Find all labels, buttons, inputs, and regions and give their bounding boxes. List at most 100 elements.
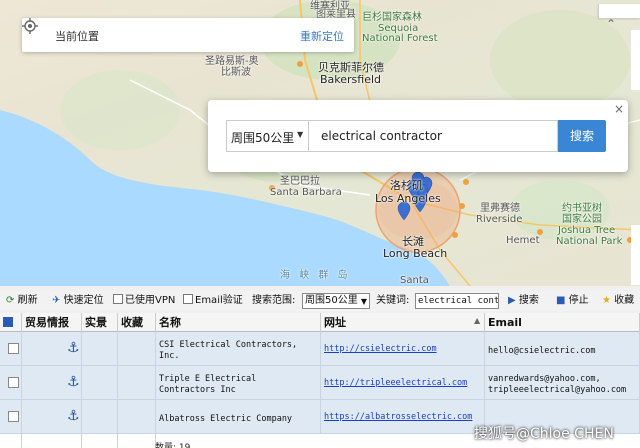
map-label-forest: 巨杉国家森林 <box>362 12 422 23</box>
app-window: 巨杉国家森林 Sequoia National Forest 图莱里县 维塞利亚… <box>0 0 640 448</box>
vpn-label: 已使用VPN <box>125 295 176 306</box>
company-name: CSI Electrical Contractors, Inc. <box>156 332 321 366</box>
anchor-icon[interactable]: ⚓ <box>67 340 80 356</box>
email-verify-label: Email验证 <box>195 295 243 306</box>
result-count: 数量: 19 <box>155 443 191 448</box>
star-icon: ★ <box>602 295 611 306</box>
map-label-santa-barbara-en: Santa Barbara <box>270 187 342 198</box>
sort-up-icon[interactable]: ▲ <box>474 316 480 325</box>
toolbar-search-label: 搜索 <box>518 295 539 306</box>
map-label-riverside-cn: 里弗赛德 <box>480 203 520 214</box>
map-label-joshua-cn: 约书亚树 <box>562 203 602 214</box>
chevron-down-icon: ▼ <box>297 130 304 139</box>
radius-select-value: 周围50公里 <box>231 131 295 145</box>
map-label-riverside-en: Riverside <box>476 214 523 225</box>
anchor-icon[interactable]: ⚓ <box>67 374 80 390</box>
row-checkbox[interactable] <box>8 411 19 422</box>
range-select-value: 周围50公里 <box>305 295 358 306</box>
play-icon: ▶ <box>508 295 516 306</box>
email-verify-checkbox-box[interactable] <box>183 294 193 304</box>
forest-area <box>60 70 180 150</box>
quick-locate-button[interactable]: ✈ 快速定位 <box>52 294 104 308</box>
poi-dot <box>459 203 465 209</box>
toolbar-search-button[interactable]: ▶ 搜索 <box>508 294 539 308</box>
map-view[interactable]: 巨杉国家森林 Sequoia National Forest 图莱里县 维塞利亚… <box>0 0 640 286</box>
collapse-up-icon[interactable]: ⌃ <box>606 17 616 31</box>
map-label-la-cn: 洛杉矶 <box>390 179 423 192</box>
poi-dot <box>452 232 458 238</box>
favorite-label: 收藏 <box>614 295 635 306</box>
search-button[interactable]: 搜索 <box>558 120 606 152</box>
map-side-control[interactable] <box>631 225 640 285</box>
company-name: Albatross Electric Company <box>156 400 321 434</box>
keyword-label: 关键词: <box>376 295 410 306</box>
pin-icon: ✈ <box>52 295 61 306</box>
stop-label: 停止 <box>568 295 589 306</box>
map-label-la-en: Los Angeles <box>375 192 441 205</box>
map-label-santa: Santa <box>400 275 429 286</box>
refresh-icon: ⟳ <box>6 295 15 306</box>
refresh-label: 刷新 <box>17 295 38 306</box>
map-label-bakersfield-cn: 贝克斯菲尔德 <box>318 61 384 74</box>
stop-button[interactable]: ■ 停止 <box>556 294 589 308</box>
current-location-label: 当前位置 <box>55 30 99 43</box>
vpn-checkbox[interactable]: 已使用VPN <box>113 294 175 308</box>
toolbar: ⟳ 刷新 ✈ 快速定位 已使用VPN Email验证 搜索范围: 周围50公里 … <box>0 291 640 311</box>
keyword-input[interactable] <box>308 120 558 152</box>
select-all-cell[interactable] <box>0 313 22 332</box>
search-dialog: × 周围50公里 ▼ 搜索 <box>208 100 628 172</box>
column-header-email[interactable]: Email <box>485 313 640 332</box>
map-side-control[interactable] <box>631 30 640 90</box>
map-label-luis-obispo: 圣路易斯-奥 <box>205 56 259 67</box>
relocate-link[interactable]: 重新定位 <box>300 28 344 44</box>
anchor-icon[interactable]: ⚓ <box>67 408 80 424</box>
map-label-bakersfield-en: Bakersfield <box>320 73 382 86</box>
map-label-forest-en2: National Forest <box>362 33 438 44</box>
refresh-button[interactable]: ⟳ 刷新 <box>6 294 38 308</box>
map-label-visalia: 维塞利亚 <box>310 1 350 12</box>
chevron-down-icon: ▼ <box>360 297 367 306</box>
email-verify-checkbox[interactable]: Email验证 <box>183 294 243 308</box>
row-checkbox[interactable] <box>8 377 19 388</box>
column-header-favorite[interactable]: 收藏 <box>118 313 156 332</box>
map-control-strip[interactable] <box>598 4 640 18</box>
vpn-checkbox-box[interactable] <box>113 294 123 304</box>
column-header-trade[interactable]: 贸易情报 <box>22 313 82 332</box>
table-row[interactable]: ⚓ ☆ Triple E Electrical Contractors Inc … <box>0 366 640 400</box>
map-label-long-beach-cn: 长滩 <box>402 235 424 248</box>
current-location-card: 当前位置 重新定位 <box>22 18 354 52</box>
company-url-link[interactable]: http://tripleeelectrical.com <box>324 378 467 388</box>
table-header: 贸易情报 实景 收藏 名称 网址 Email ▲ <box>0 313 640 332</box>
select-all-checkbox[interactable] <box>3 317 13 327</box>
map-label-joshua-en2: National Park <box>556 236 623 247</box>
company-url-link[interactable]: http://csielectric.com <box>324 344 437 354</box>
column-header-url[interactable]: 网址 <box>321 313 485 332</box>
poi-dot <box>297 61 303 67</box>
map-label-joshua-en: Joshua Tree <box>558 225 616 236</box>
map-label-long-beach-en: Long Beach <box>383 247 448 260</box>
column-header-streetview[interactable]: 实景 <box>82 313 118 332</box>
stop-icon: ■ <box>556 295 566 306</box>
map-label-joshua-cn2: 国家公园 <box>562 214 602 225</box>
quick-locate-label: 快速定位 <box>63 295 104 306</box>
range-label: 搜索范围: <box>252 295 296 306</box>
company-name: Triple E Electrical Contractors Inc <box>156 366 321 400</box>
close-icon[interactable]: × <box>614 102 624 116</box>
map-label-santa-barbara-cn: 圣巴巴拉 <box>280 176 320 187</box>
range-select[interactable]: 周围50公里 ▼ <box>302 293 370 309</box>
locate-icon[interactable] <box>22 18 38 34</box>
company-url-link[interactable]: https://albatrosselectric.com <box>324 412 472 422</box>
keyword-field[interactable]: electrical contr <box>415 293 499 309</box>
column-header-name[interactable]: 名称 <box>156 313 321 332</box>
map-label-luis-obispo2: 比斯波 <box>221 67 251 78</box>
row-checkbox[interactable] <box>8 343 19 354</box>
table-row[interactable]: ⚓ ☆ CSI Electrical Contractors, Inc. htt… <box>0 332 640 366</box>
map-label-sea: 海 峡 群 岛 <box>280 270 351 281</box>
poi-dot <box>463 179 469 185</box>
map-label-hemet: Hemet <box>506 235 540 246</box>
watermark: 搜狐号@Chloe CHEN <box>474 426 614 442</box>
radius-select[interactable]: 周围50公里 ▼ <box>226 120 308 152</box>
favorite-button[interactable]: ★ 收藏 <box>602 294 634 308</box>
company-email: hello@csielectric.com <box>485 332 640 366</box>
company-email: vanredwards@yahoo.com, tripleeelectrical… <box>485 366 640 400</box>
